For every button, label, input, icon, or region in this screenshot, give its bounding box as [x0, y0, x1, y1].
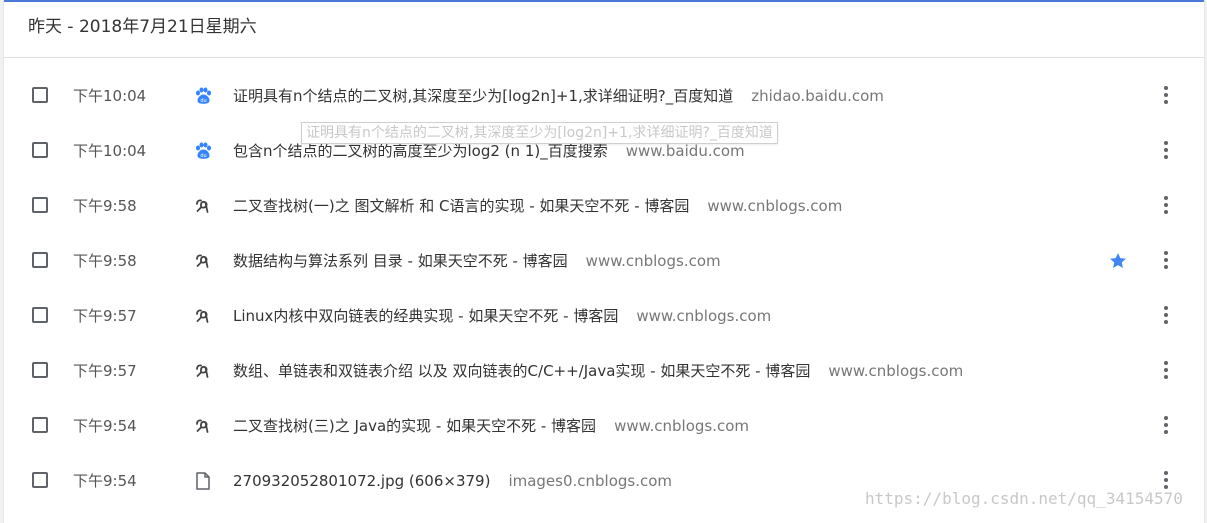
row-checkbox[interactable]	[32, 472, 48, 488]
more-actions-icon[interactable]	[1156, 304, 1176, 326]
visit-time: 下午9:58	[73, 197, 137, 215]
more-dot	[1164, 478, 1168, 482]
page-domain[interactable]: images0.cnblogs.com	[508, 472, 672, 490]
more-actions-icon[interactable]	[1156, 469, 1176, 491]
title-tooltip: 证明具有n个结点的二叉树,其深度至少为[log2n]+1,求详细证明?_百度知道	[301, 122, 778, 144]
page-title-text: 包含n个结点的二叉树的高度至少为log2 (n 1)_百度搜索	[233, 142, 608, 160]
page-title-text: 数组、单链表和双链表介绍 以及 双向链表的C/C++/Java实现 - 如果天空…	[233, 362, 811, 380]
page-title-text: 二叉查找树(三)之 Java的实现 - 如果天空不死 - 博客园	[233, 417, 597, 435]
page-title-link[interactable]: 数据结构与算法系列 目录 - 如果天空不死 - 博客园 www.cnblogs.c…	[233, 251, 721, 271]
more-actions-icon[interactable]	[1156, 414, 1176, 436]
history-row[interactable]: 下午9:57 Linux内核中双向链表的经典实现 - 如果天空不死 - 博客园 ww…	[4, 289, 1204, 344]
file-icon	[193, 471, 213, 491]
more-actions-icon[interactable]	[1156, 84, 1176, 106]
history-row[interactable]: 下午9:57 数组、单链表和双链表介绍 以及 双向链表的C/C++/Java实现 …	[4, 344, 1204, 399]
page-title-link[interactable]: 二叉查找树(三)之 Java的实现 - 如果天空不死 - 博客园 www.cnbl…	[233, 416, 749, 436]
visit-time: 下午9:58	[73, 252, 137, 270]
page-title-text: Linux内核中双向链表的经典实现 - 如果天空不死 - 博客园	[233, 307, 619, 325]
cnblogs-icon	[193, 306, 213, 326]
more-dot	[1164, 320, 1168, 324]
more-dot	[1164, 203, 1168, 207]
cnblogs-icon	[193, 251, 213, 271]
date-header: 昨天 - 2018年7月21日星期六	[28, 17, 257, 37]
cnblogs-icon	[193, 196, 213, 216]
more-dot	[1164, 251, 1168, 255]
more-dot	[1164, 93, 1168, 97]
row-checkbox[interactable]	[32, 87, 48, 103]
baidu-paw-icon: du	[193, 86, 213, 106]
page-title-link[interactable]: 270932052801072.jpg (606×379) images0.cnb…	[233, 471, 672, 491]
more-dot	[1164, 210, 1168, 214]
page-domain[interactable]: www.cnblogs.com	[707, 197, 842, 215]
more-dot	[1164, 430, 1168, 434]
page-domain[interactable]: www.cnblogs.com	[614, 417, 749, 435]
more-dot	[1164, 313, 1168, 317]
more-dot	[1164, 141, 1168, 145]
row-checkbox[interactable]	[32, 307, 48, 323]
cnblogs-icon	[193, 361, 213, 381]
more-dot	[1164, 368, 1168, 372]
more-dot	[1164, 196, 1168, 200]
cnblogs-icon	[193, 416, 213, 436]
more-dot	[1164, 471, 1168, 475]
bookmark-star-icon[interactable]	[1108, 251, 1128, 271]
page-domain[interactable]: www.cnblogs.com	[636, 307, 771, 325]
row-checkbox[interactable]	[32, 252, 48, 268]
page-title-text: 270932052801072.jpg (606×379)	[233, 472, 491, 490]
visit-time: 下午10:04	[73, 142, 147, 160]
more-actions-icon[interactable]	[1156, 194, 1176, 216]
more-dot	[1164, 306, 1168, 310]
history-day-card: 昨天 - 2018年7月21日星期六 下午10:04 du 证明具有n个结点的二叉树…	[4, 0, 1204, 523]
page-title-link[interactable]: Linux内核中双向链表的经典实现 - 如果天空不死 - 博客园 www.cnbl…	[233, 306, 771, 326]
page-domain[interactable]: www.baidu.com	[626, 142, 745, 160]
more-dot	[1164, 258, 1168, 262]
header-divider	[4, 57, 1204, 58]
more-actions-icon[interactable]	[1156, 359, 1176, 381]
page-domain[interactable]: www.cnblogs.com	[828, 362, 963, 380]
more-dot	[1164, 361, 1168, 365]
page-title-text: 证明具有n个结点的二叉树,其深度至少为[log2n]+1,求详细证明?_百度知道	[233, 87, 734, 105]
history-row[interactable]: 下午9:58 二叉查找树(一)之 图文解析 和 C语言的实现 - 如果天空不死 -…	[4, 179, 1204, 234]
page-title-link[interactable]: 二叉查找树(一)之 图文解析 和 C语言的实现 - 如果天空不死 - 博客园 ww…	[233, 196, 842, 216]
row-checkbox[interactable]	[32, 417, 48, 433]
visit-time: 下午10:04	[73, 87, 147, 105]
row-checkbox[interactable]	[32, 362, 48, 378]
history-row[interactable]: 下午9:58 数据结构与算法系列 目录 - 如果天空不死 - 博客园 www.cnb…	[4, 234, 1204, 289]
page-domain[interactable]: zhidao.baidu.com	[751, 87, 884, 105]
more-actions-icon[interactable]	[1156, 139, 1176, 161]
more-dot	[1164, 148, 1168, 152]
history-row[interactable]: 下午10:04 du 证明具有n个结点的二叉树,其深度至少为[log2n]+1,求详…	[4, 69, 1204, 124]
visit-time: 下午9:57	[73, 307, 137, 325]
page-title-link[interactable]: 数组、单链表和双链表介绍 以及 双向链表的C/C++/Java实现 - 如果天空…	[233, 361, 963, 381]
more-dot	[1164, 375, 1168, 379]
history-row[interactable]: 下午9:54 二叉查找树(三)之 Java的实现 - 如果天空不死 - 博客园 ww…	[4, 399, 1204, 454]
more-dot	[1164, 86, 1168, 90]
page-title-text: 数据结构与算法系列 目录 - 如果天空不死 - 博客园	[233, 252, 568, 270]
page-title-link[interactable]: 证明具有n个结点的二叉树,其深度至少为[log2n]+1,求详细证明?_百度知道…	[233, 86, 884, 106]
more-dot	[1164, 265, 1168, 269]
more-dot	[1164, 100, 1168, 104]
more-dot	[1164, 423, 1168, 427]
page-title-link[interactable]: 包含n个结点的二叉树的高度至少为log2 (n 1)_百度搜索 www.baidu…	[233, 141, 745, 161]
row-checkbox[interactable]	[32, 197, 48, 213]
visit-time: 下午9:54	[73, 472, 137, 490]
more-dot	[1164, 155, 1168, 159]
more-actions-icon[interactable]	[1156, 249, 1176, 271]
baidu-paw-icon: du	[193, 141, 213, 161]
more-dot	[1164, 416, 1168, 420]
page-title-text: 二叉查找树(一)之 图文解析 和 C语言的实现 - 如果天空不死 - 博客园	[233, 197, 690, 215]
row-checkbox[interactable]	[32, 142, 48, 158]
svg-text:du: du	[200, 98, 206, 104]
visit-time: 下午9:54	[73, 417, 137, 435]
visit-time: 下午9:57	[73, 362, 137, 380]
watermark: https://blog.csdn.net/qq_34154570	[865, 489, 1183, 508]
page-domain[interactable]: www.cnblogs.com	[586, 252, 721, 270]
svg-text:du: du	[200, 153, 206, 159]
